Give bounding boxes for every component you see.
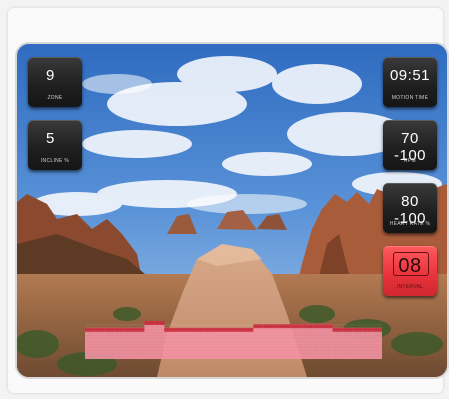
profile-bar bbox=[203, 327, 214, 359]
metric-tile-zone: 9 ZONE bbox=[28, 57, 82, 107]
metric-tile-motion-time: 09:51 MOTION TIME bbox=[383, 57, 437, 107]
profile-bar bbox=[372, 327, 382, 359]
incline-value: 5 bbox=[46, 130, 55, 147]
profile-bar bbox=[164, 327, 175, 359]
zone-label: ZONE bbox=[47, 95, 63, 101]
profile-bar bbox=[134, 327, 145, 359]
metric-tile-incline: 5 INCLINE % bbox=[28, 120, 82, 170]
profile-bar-cap bbox=[144, 321, 155, 325]
profile-bar bbox=[273, 324, 284, 359]
motion-time-value: 09:51 bbox=[389, 67, 431, 84]
profile-bar bbox=[352, 327, 363, 359]
rpm-label: RPM bbox=[403, 158, 416, 164]
profile-bar bbox=[193, 327, 205, 359]
profile-bar bbox=[233, 327, 244, 359]
profile-bar bbox=[184, 327, 195, 359]
metric-tile-rpm: 70 -100 RPM bbox=[383, 120, 437, 170]
profile-bar-cap bbox=[154, 321, 165, 325]
profile-bar bbox=[213, 327, 224, 359]
profile-bar bbox=[302, 324, 313, 359]
profile-bar bbox=[114, 327, 125, 359]
interval-label: INTERVAL bbox=[396, 284, 424, 290]
profile-bar bbox=[223, 327, 234, 359]
profile-bar bbox=[174, 327, 185, 359]
profile-bar bbox=[94, 327, 106, 359]
profile-bar bbox=[322, 324, 333, 359]
profile-bar bbox=[104, 327, 115, 359]
motion-time-label: MOTION TIME bbox=[391, 95, 429, 101]
zone-value: 9 bbox=[46, 67, 55, 84]
profile-bar bbox=[124, 327, 135, 359]
profile-bar bbox=[263, 324, 274, 359]
heart-rate-label: HEART RATE % bbox=[389, 221, 431, 227]
incline-label: INCLINE % bbox=[40, 158, 70, 164]
profile-bar bbox=[332, 327, 343, 359]
profile-bar bbox=[312, 324, 323, 359]
metric-tile-interval: 08 INTERVAL bbox=[383, 246, 437, 296]
profile-bar bbox=[253, 324, 264, 359]
profile-bar bbox=[283, 324, 294, 359]
profile-bar bbox=[292, 324, 304, 359]
profile-bar bbox=[342, 327, 353, 359]
profile-bar bbox=[243, 327, 254, 359]
metric-tile-heart-rate: 80 -100 HEART RATE % bbox=[383, 183, 437, 233]
profile-bar bbox=[362, 327, 373, 359]
workout-profile-chart bbox=[85, 321, 382, 359]
interval-value: 08 bbox=[398, 255, 422, 277]
profile-bar bbox=[85, 327, 96, 359]
